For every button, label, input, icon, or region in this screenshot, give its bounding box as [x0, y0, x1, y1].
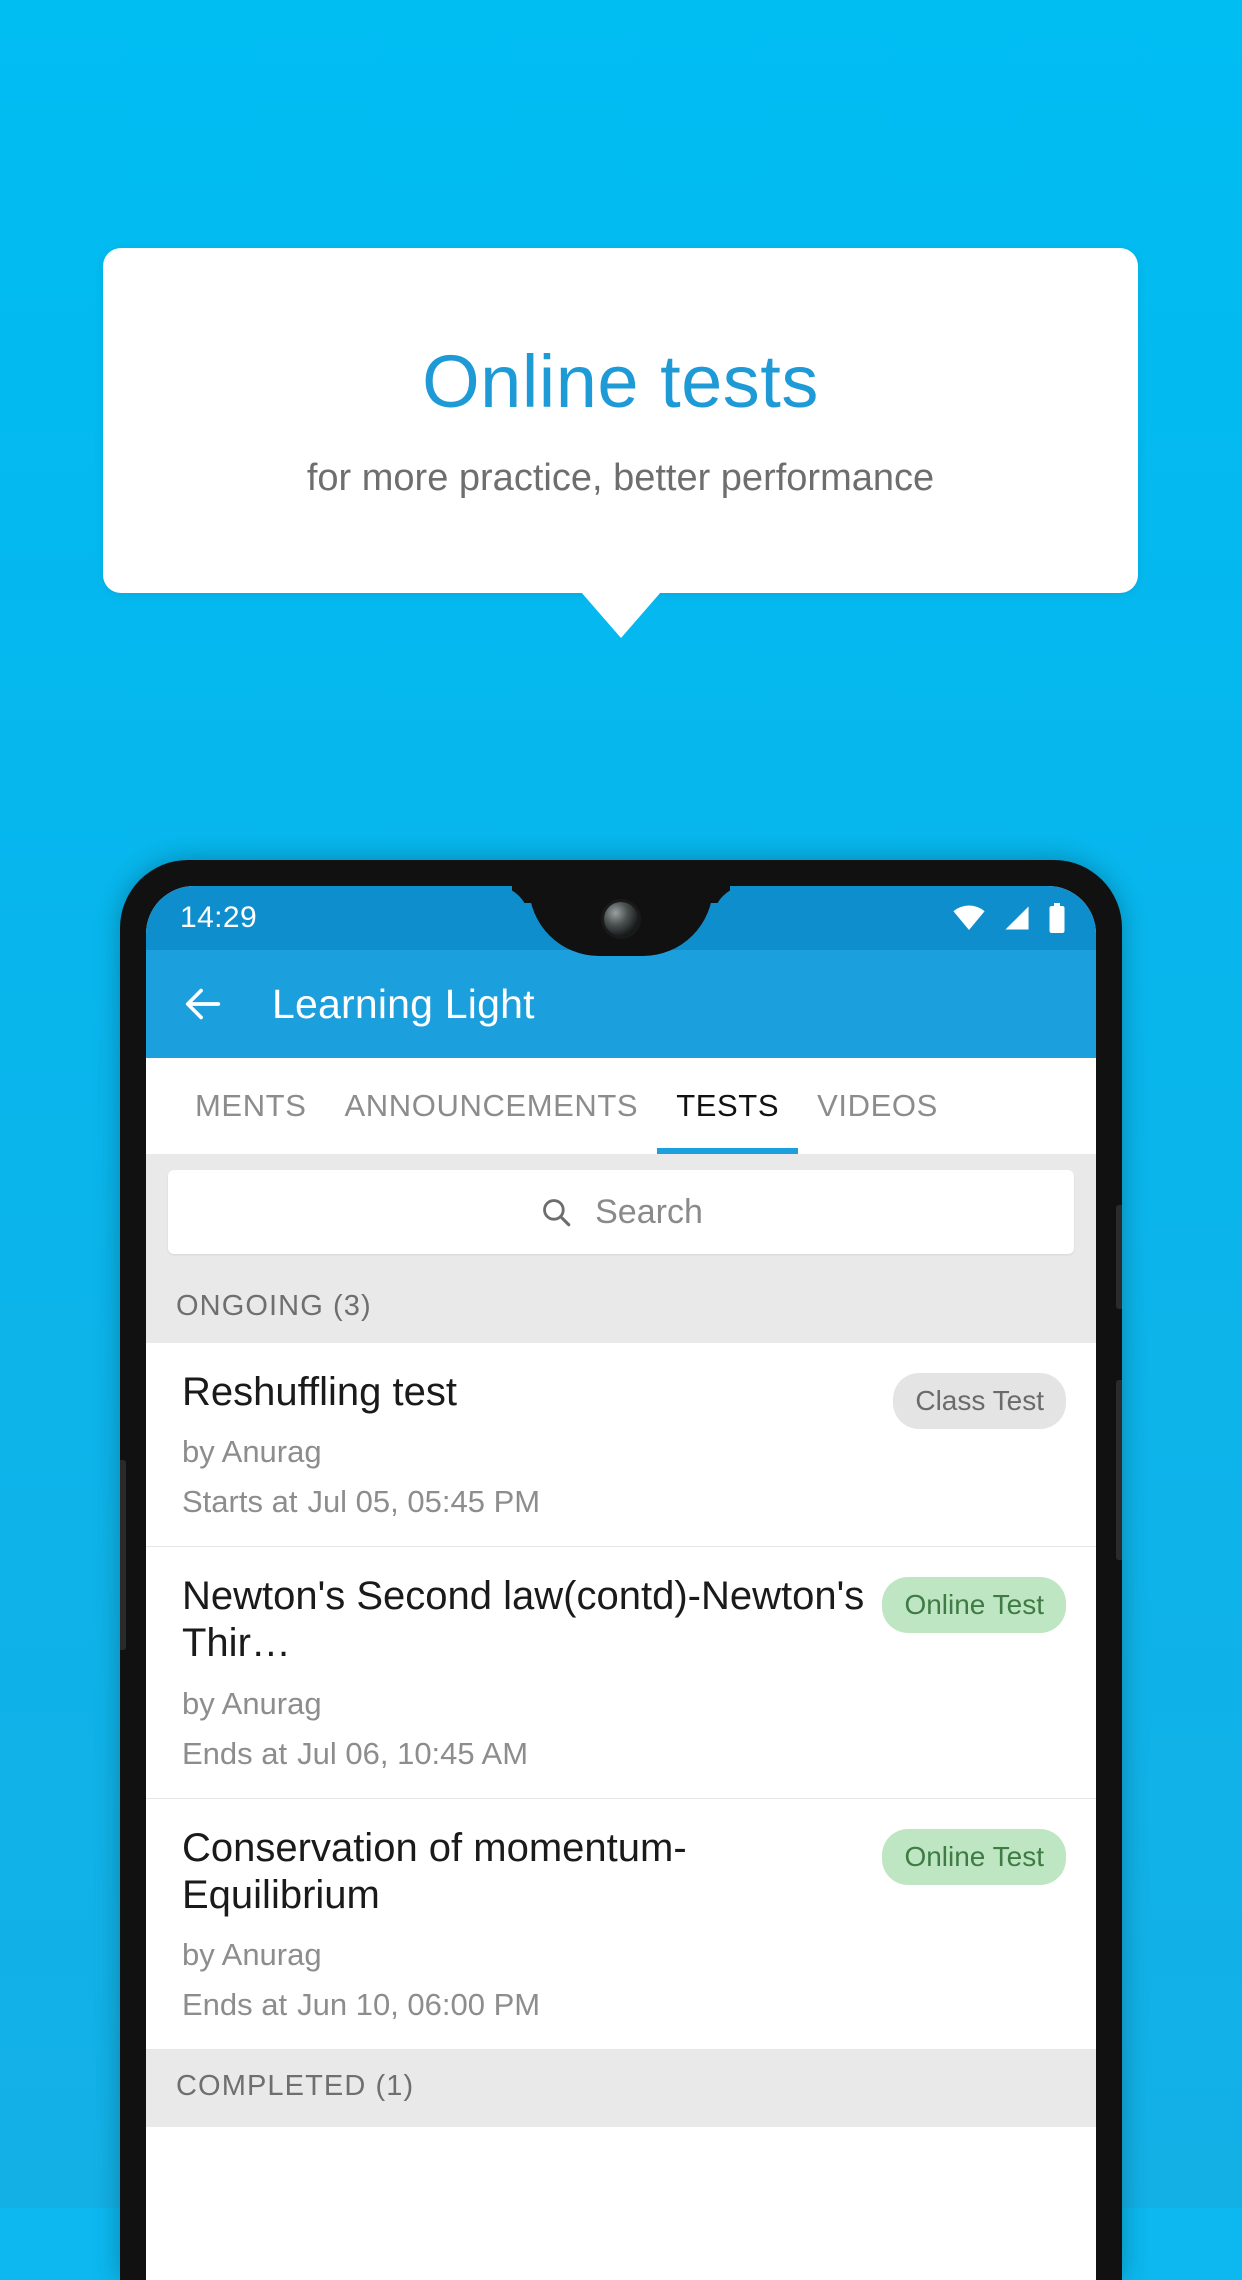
- back-arrow-icon[interactable]: [180, 981, 226, 1027]
- test-author: by Anurag: [182, 1685, 322, 1721]
- promo-subtitle: for more practice, better performance: [306, 456, 935, 499]
- test-schedule-label: Ends at: [182, 1735, 288, 1771]
- search-container: Search: [146, 1154, 1096, 1272]
- phone-side-button[interactable]: [120, 1460, 126, 1650]
- tab-tests[interactable]: TESTS: [657, 1058, 799, 1154]
- phone-screen: 14:29 Learning Light MENTS ANNOUNCEMENTS…: [146, 886, 1096, 2280]
- test-title: Reshuffling test: [182, 1370, 457, 1414]
- test-schedule: Ends at Jun 10, 06:00 PM: [182, 1987, 866, 2023]
- search-placeholder: Search: [595, 1192, 703, 1231]
- tab-assignments[interactable]: MENTS: [176, 1058, 326, 1154]
- status-time: 14:29: [180, 901, 258, 934]
- display-notch: [529, 886, 713, 956]
- test-item-main: Newton's Second law(contd)-Newton's Thir…: [182, 1573, 866, 1771]
- test-schedule-label: Ends at: [182, 1986, 288, 2022]
- promo-tooltip-tail: [581, 592, 661, 638]
- tests-content: Search ONGOING (3) Reshuffling test by A…: [146, 1154, 1096, 2127]
- test-item-main: Conservation of momentum-Equilibrium by …: [182, 1825, 866, 2023]
- promo-title: Online tests: [422, 340, 819, 424]
- section-header-completed: COMPLETED (1): [146, 2049, 1096, 2127]
- phone-frame: 14:29 Learning Light MENTS ANNOUNCEMENTS…: [120, 860, 1122, 2280]
- promo-tooltip-card: Online tests for more practice, better p…: [103, 248, 1138, 593]
- test-schedule-value: Jul 06, 10:45 AM: [297, 1735, 529, 1771]
- search-input[interactable]: Search: [168, 1170, 1074, 1254]
- status-bar: 14:29: [146, 886, 1096, 956]
- section-header-ongoing: ONGOING (3): [146, 1272, 1096, 1343]
- tab-announcements[interactable]: ANNOUNCEMENTS: [326, 1058, 658, 1154]
- tab-videos[interactable]: VIDEOS: [798, 1058, 957, 1154]
- page-title: Learning Light: [272, 980, 535, 1027]
- front-camera-icon: [604, 902, 638, 936]
- test-title: Conservation of momentum-Equilibrium: [182, 1825, 687, 1917]
- phone-power-button[interactable]: [1116, 1205, 1122, 1309]
- test-schedule-value: Jun 10, 06:00 PM: [297, 1986, 541, 2022]
- status-badge: Class Test: [893, 1373, 1066, 1429]
- test-title: Newton's Second law(contd)-Newton's Thir…: [182, 1574, 865, 1666]
- wifi-icon: [953, 905, 985, 931]
- search-icon: [543, 1199, 571, 1227]
- signal-icon: [1005, 906, 1029, 930]
- test-schedule: Ends at Jul 06, 10:45 AM: [182, 1736, 866, 1772]
- test-list-item[interactable]: Newton's Second law(contd)-Newton's Thir…: [146, 1547, 1096, 1799]
- test-author: by Anurag: [182, 1434, 322, 1470]
- test-schedule: Starts at Jul 05, 05:45 PM: [182, 1484, 877, 1520]
- status-badge: Online Test: [882, 1828, 1066, 1885]
- test-list-item[interactable]: Reshuffling test by Anurag Starts at Jul …: [146, 1343, 1096, 1548]
- test-item-main: Reshuffling test by Anurag Starts at Jul …: [182, 1369, 877, 1520]
- status-icons: [952, 903, 1066, 933]
- test-list-item[interactable]: Conservation of momentum-Equilibrium by …: [146, 1798, 1096, 2050]
- phone-volume-button[interactable]: [1116, 1380, 1122, 1560]
- tab-bar: MENTS ANNOUNCEMENTS TESTS VIDEOS: [146, 1058, 1096, 1154]
- battery-icon: [1049, 903, 1065, 933]
- test-schedule-label: Starts at: [182, 1484, 298, 1520]
- status-badge: Online Test: [882, 1577, 1066, 1634]
- app-bar: Learning Light: [146, 950, 1096, 1058]
- test-author: by Anurag: [182, 1936, 322, 1972]
- test-schedule-value: Jul 05, 05:45 PM: [307, 1484, 541, 1520]
